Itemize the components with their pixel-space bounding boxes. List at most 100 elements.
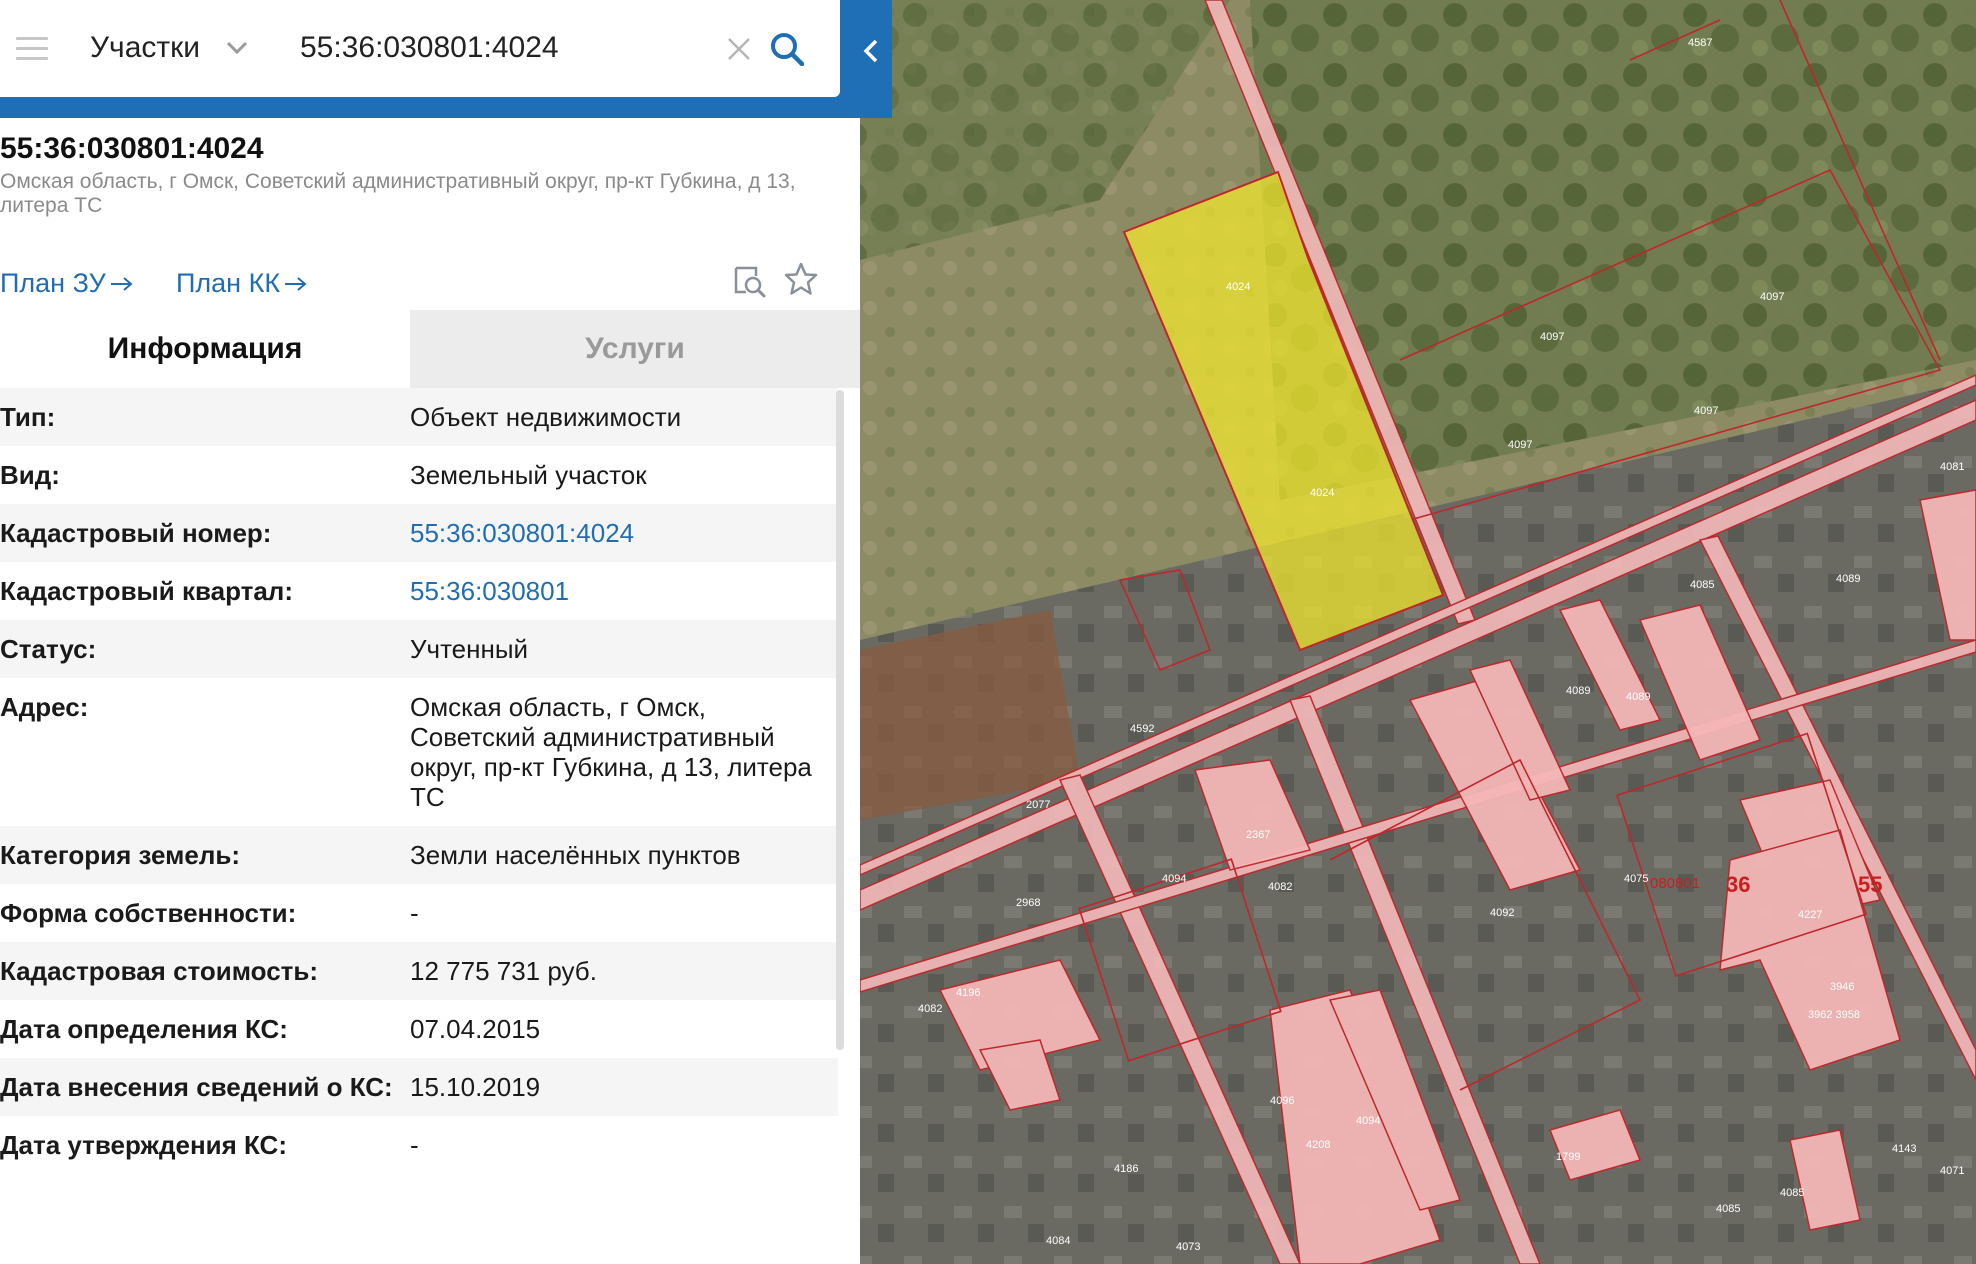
info-value: Объект недвижимости bbox=[410, 402, 682, 432]
chevron-down-icon bbox=[226, 41, 248, 55]
parcel-label: 3946 bbox=[1830, 981, 1854, 993]
info-value: 07.04.2015 bbox=[410, 1014, 541, 1044]
info-key: Кадастровый номер: bbox=[0, 518, 272, 548]
parcel-label: 4092 bbox=[1490, 907, 1514, 919]
parcel-label: 4094 bbox=[1162, 873, 1186, 885]
parcel-label: 2367 bbox=[1246, 829, 1270, 841]
parcel-label: 4208 bbox=[1306, 1139, 1330, 1151]
info-key: Форма собственности: bbox=[0, 898, 297, 928]
info-value: Омская область, г Омск, Советский админи… bbox=[410, 692, 812, 812]
info-table: Тип: Объект недвижимости Вид: Земельный … bbox=[0, 388, 838, 1174]
parcel-label: 4024 bbox=[1310, 487, 1334, 499]
info-row: Адрес: Омская область, г Омск, Советский… bbox=[0, 678, 838, 826]
parcel-label: 2077 bbox=[1026, 799, 1050, 811]
info-row: Кадастровый номер: 55:36:030801:4024 bbox=[0, 504, 838, 562]
search-box: Участки bbox=[0, 0, 840, 97]
info-key: Статус: bbox=[0, 634, 97, 664]
info-row: Вид: Земельный участок bbox=[0, 446, 838, 504]
scrollbar[interactable] bbox=[836, 390, 844, 1050]
parcel-label: 4081 bbox=[1940, 461, 1964, 473]
info-value: Учтенный bbox=[410, 634, 529, 664]
parcel-label: 4587 bbox=[1688, 37, 1712, 49]
cadastral-number-link[interactable]: 55:36:030801:4024 bbox=[410, 504, 838, 562]
info-key: Дата утверждения КС: bbox=[0, 1130, 287, 1160]
parcel-label: 4085 bbox=[1716, 1203, 1740, 1215]
info-value: - bbox=[410, 898, 419, 928]
tab-bar: Информация Услуги bbox=[0, 310, 860, 388]
parcel-label: 4186 bbox=[1114, 1163, 1138, 1175]
parcel-label: 2968 bbox=[1016, 897, 1040, 909]
info-key: Тип: bbox=[0, 402, 56, 432]
search-type-dropdown[interactable]: Участки bbox=[90, 28, 248, 68]
info-row: Тип: Объект недвижимости bbox=[0, 388, 838, 446]
parcel-label: 4097 bbox=[1694, 405, 1718, 417]
quarter-label: 080801 bbox=[1650, 875, 1700, 892]
parcel-label: 4096 bbox=[1270, 1095, 1294, 1107]
quarter-label: 36 bbox=[1726, 872, 1750, 897]
info-panel: 55:36:030801:4024 Омская область, г Омск… bbox=[0, 118, 860, 1264]
parcel-label: 4089 bbox=[1566, 685, 1590, 697]
info-value: 12 775 731 руб. bbox=[410, 956, 597, 986]
parcel-label: 4592 bbox=[1130, 723, 1154, 735]
parcel-label: 3962 3958 bbox=[1808, 1009, 1860, 1021]
tab-information[interactable]: Информация bbox=[0, 310, 410, 388]
parcel-label: 4075 bbox=[1624, 873, 1648, 885]
info-key: Дата внесения сведений о КС: bbox=[0, 1072, 393, 1102]
info-row: Кадастровая стоимость: 12 775 731 руб. bbox=[0, 942, 838, 1000]
info-key: Вид: bbox=[0, 460, 60, 490]
parcel-label: 4085 bbox=[1780, 1187, 1804, 1199]
parcel-label: 4094 bbox=[1356, 1115, 1380, 1127]
info-row: Дата определения КС: 07.04.2015 bbox=[0, 1000, 838, 1058]
parcel-label: 4196 bbox=[956, 987, 980, 999]
info-row: Дата внесения сведений о КС: 15.10.2019 bbox=[0, 1058, 838, 1116]
info-key: Дата определения КС: bbox=[0, 1014, 288, 1044]
parcel-label: 4082 bbox=[1268, 881, 1292, 893]
parcel-label: 4084 bbox=[1046, 1235, 1070, 1247]
parcel-label: 4097 bbox=[1508, 439, 1532, 451]
info-row: Категория земель: Земли населённых пункт… bbox=[0, 826, 838, 884]
info-row: Кадастровый квартал: 55:36:030801 bbox=[0, 562, 838, 620]
parcel-label: 4097 bbox=[1540, 331, 1564, 343]
parcel-label: 4089 bbox=[1836, 573, 1860, 585]
region-label: 55 bbox=[1858, 872, 1882, 897]
plan-kk-label: План КК bbox=[176, 268, 281, 298]
info-key: Категория земель: bbox=[0, 840, 241, 870]
star-icon[interactable] bbox=[784, 262, 818, 296]
show-on-map-icon[interactable] bbox=[732, 264, 766, 298]
info-value: - bbox=[410, 1130, 419, 1160]
object-address: Омская область, г Омск, Советский админи… bbox=[0, 170, 796, 217]
cadastral-quarter-link[interactable]: 55:36:030801 bbox=[410, 562, 838, 620]
info-row: Статус: Учтенный bbox=[0, 620, 838, 678]
parcel-label: 4097 bbox=[1760, 291, 1784, 303]
parcel-label: 4089 bbox=[1626, 691, 1650, 703]
parcel-label: 4143 bbox=[1892, 1143, 1916, 1155]
plan-zu-link[interactable]: План ЗУ bbox=[0, 268, 134, 299]
parcel-label: 4073 bbox=[1176, 1241, 1200, 1253]
search-input[interactable] bbox=[300, 26, 710, 70]
plan-kk-link[interactable]: План КК bbox=[176, 268, 308, 299]
search-icon[interactable] bbox=[770, 32, 804, 66]
tab-services[interactable]: Услуги bbox=[410, 310, 860, 388]
chevron-left-icon[interactable] bbox=[862, 38, 880, 64]
arrow-right-icon bbox=[110, 276, 133, 291]
search-type-label: Участки bbox=[90, 31, 200, 64]
parcel-label: 1799 bbox=[1556, 1151, 1580, 1163]
search-bar: Участки bbox=[0, 0, 892, 118]
info-key: Кадастровый квартал: bbox=[0, 576, 293, 606]
info-value: Земельный участок bbox=[410, 460, 647, 490]
info-key: Кадастровая стоимость: bbox=[0, 956, 319, 986]
parcel-label: 4082 bbox=[918, 1003, 942, 1015]
parcel-label: 4227 bbox=[1798, 909, 1822, 921]
info-value: Земли населённых пунктов bbox=[410, 840, 741, 870]
arrow-right-icon bbox=[285, 276, 307, 291]
parcel-label: 4024 bbox=[1226, 281, 1250, 293]
object-title: 55:36:030801:4024 bbox=[0, 132, 264, 165]
close-icon[interactable] bbox=[726, 36, 752, 62]
info-key: Адрес: bbox=[0, 692, 89, 722]
parcel-label: 4071 bbox=[1940, 1165, 1964, 1177]
info-value: 15.10.2019 bbox=[410, 1072, 541, 1102]
menu-icon[interactable] bbox=[16, 37, 48, 61]
info-row: Форма собственности: - bbox=[0, 884, 838, 942]
info-row: Дата утверждения КС: - bbox=[0, 1116, 838, 1174]
plan-zu-label: План ЗУ bbox=[0, 268, 106, 298]
